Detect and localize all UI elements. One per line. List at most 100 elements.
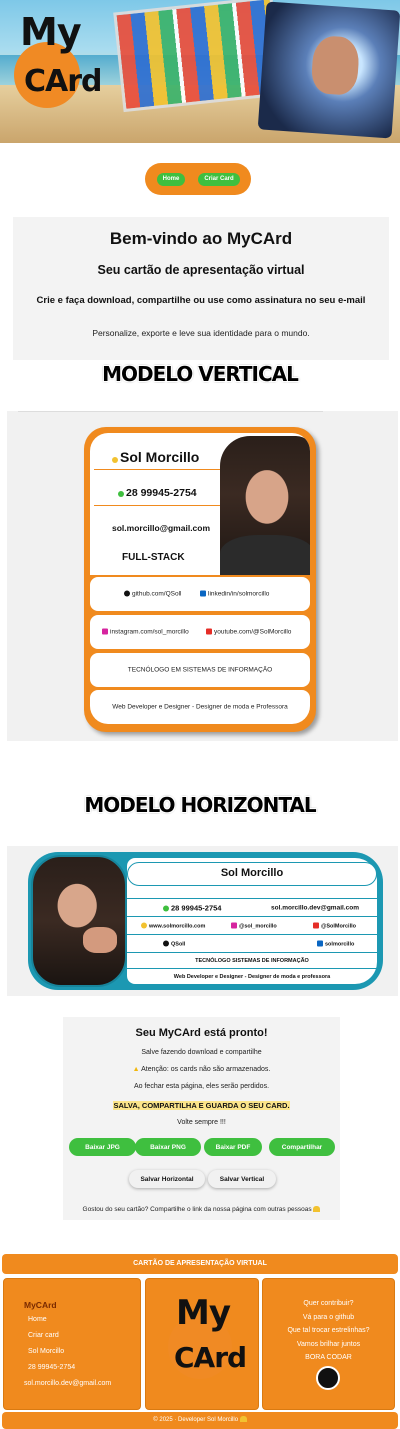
vertical-youtube-link[interactable]: youtube.com/@SolMorcillo: [206, 628, 292, 636]
horizontal-youtube-text: @SolMorcillo: [321, 923, 357, 929]
github-icon: [163, 940, 169, 946]
welcome-section: Bem-vindo ao MyCArd Seu cartão de aprese…: [13, 217, 389, 360]
logo-text-bottom: CArd: [24, 64, 103, 99]
ready-title: Seu MyCArd está pronto!: [135, 1027, 268, 1039]
footer-right-panel: Quer contribuir? Vá para o github Que ta…: [262, 1278, 395, 1410]
vertical-instagram-text: instagram.com/sol_morcillo: [110, 628, 189, 636]
footer-github-link[interactable]: Vá para o github: [263, 1314, 394, 1321]
divider: [94, 505, 224, 506]
banner-app-collage: [113, 0, 283, 113]
horizontal-linkedin-link[interactable]: solmorcillo: [317, 940, 354, 947]
footer-email: sol.morcillo.dev@gmail.com: [24, 1380, 112, 1387]
footer-name: Sol Morcillo: [28, 1348, 65, 1355]
ready-footer-note-text: Gostou do seu cartão? Compartilhe o link…: [82, 1206, 312, 1213]
footer-logo-panel: My CArd: [145, 1278, 259, 1410]
divider: [94, 469, 224, 470]
horizontal-degree-row: TECNÓLOGO SISTEMAS DE INFORMAÇÃO: [127, 952, 377, 968]
ready-line-1: Salve fazendo download e compartilhe: [141, 1049, 262, 1056]
vertical-github-text: github.com/QSoll: [132, 590, 182, 598]
horizontal-instagram-text: @sol_morcillo: [239, 923, 277, 929]
heart-icon: [239, 1416, 247, 1422]
vertical-instagram-link[interactable]: instagram.com/sol_morcillo: [102, 628, 189, 636]
ready-line-5: Volte sempre !!!: [177, 1119, 226, 1126]
instagram-icon: [102, 628, 108, 635]
ready-warning-text: Atenção: os cards não são armazenados.: [141, 1066, 271, 1073]
share-button[interactable]: Compartilhar: [269, 1138, 335, 1156]
warning-icon: ▲: [132, 1066, 140, 1073]
footer-left-panel: MyCArd Home Criar card Sol Morcillo 28 9…: [3, 1278, 141, 1410]
download-png-button[interactable]: Baixar PNG: [135, 1138, 201, 1156]
horizontal-bio-text: Web Developer e Designer - Designer de m…: [173, 973, 331, 980]
save-vertical-button[interactable]: Salvar Vertical: [208, 1170, 276, 1188]
welcome-subtitle: Seu cartão de apresentação virtual: [97, 263, 305, 277]
horizontal-github-link[interactable]: QSoll: [163, 940, 185, 947]
horizontal-section-title: MODELO HORIZONTAL: [84, 793, 316, 817]
vertical-profile-photo: [220, 436, 310, 575]
vertical-name-text: Sol Morcillo: [120, 449, 200, 465]
banner-face-image: [310, 34, 361, 96]
photo-hand: [83, 927, 117, 953]
footer-home-link[interactable]: Home: [28, 1316, 47, 1323]
horizontal-card-name: Sol Morcillo: [127, 862, 377, 886]
welcome-title: Bem-vindo ao MyCArd: [109, 229, 293, 248]
welcome-note: Personalize, exporte e leve sua identida…: [92, 328, 310, 338]
vertical-section-title: MODELO VERTICAL: [102, 362, 299, 386]
vertical-linkedin-text: linkedin/in/solmorcillo: [208, 590, 270, 598]
vertical-youtube-text: youtube.com/@SolMorcillo: [214, 628, 292, 636]
welcome-tagline: Crie e faça download, compartilhe ou use…: [36, 295, 366, 306]
github-icon: [124, 590, 130, 597]
nav-bar: Home Criar Card: [145, 163, 251, 195]
ready-line-3: Ao fechar esta página, eles serão perdid…: [133, 1083, 270, 1090]
horizontal-youtube-link[interactable]: @SolMorcillo: [313, 922, 356, 929]
nav-home-button[interactable]: Home: [157, 173, 185, 186]
footer-copyright: © 2025 · Developer Sol Morcillo: [2, 1412, 398, 1429]
vertical-card-phone: 28 99945-2754: [118, 487, 197, 499]
whatsapp-icon: [163, 905, 169, 911]
vertical-links-row-2: instagram.com/sol_morcillo youtube.com/@…: [90, 615, 310, 649]
horizontal-github-text: QSoll: [171, 941, 186, 947]
horizontal-links-row-2: QSoll solmorcillo: [127, 934, 377, 952]
horizontal-email: sol.morcillo.dev@gmail.com: [271, 904, 359, 911]
footer-create-link[interactable]: Criar card: [28, 1332, 59, 1339]
github-icon[interactable]: [316, 1366, 340, 1390]
ready-emphasis-text: SALVA, COMPARTILHA E GUARDA O SEU CARD.: [113, 1101, 290, 1110]
horizontal-site-text: www.solmorcillo.com: [149, 923, 206, 929]
horizontal-site-link[interactable]: www.solmorcillo.com: [141, 922, 205, 929]
logo-text-top: My: [20, 10, 82, 54]
ready-footer-note: Gostou do seu cartão? Compartilhe o link…: [63, 1206, 340, 1213]
vertical-linkedin-link[interactable]: linkedin/in/solmorcillo: [200, 590, 270, 598]
horizontal-instagram-link[interactable]: @sol_morcillo: [231, 922, 277, 929]
globe-icon: [141, 922, 147, 928]
vertical-card-name: Sol Morcillo: [112, 449, 199, 465]
vertical-degree-text: TECNÓLOGO EM SISTEMAS DE INFORMAÇÃO: [127, 666, 273, 674]
horizontal-degree-text: TECNÓLOGO SISTEMAS DE INFORMAÇÃO: [195, 957, 309, 964]
banner-digital-cloud-image: [257, 1, 400, 139]
vertical-card-email: sol.morcillo@gmail.com: [112, 523, 211, 533]
vertical-degree-row: TECNÓLOGO EM SISTEMAS DE INFORMAÇÃO: [90, 653, 310, 687]
nav-create-card-button[interactable]: Criar Card: [198, 173, 240, 186]
heart-icon: [313, 1206, 321, 1212]
vertical-bio-text: Web Developer e Designer - Designer de m…: [112, 703, 288, 711]
horizontal-links-row-1: www.solmorcillo.com @sol_morcillo @SolMo…: [127, 916, 377, 934]
user-icon: [112, 457, 118, 463]
linkedin-icon: [317, 940, 323, 946]
vertical-card: Sol Morcillo 28 99945-2754 sol.morcillo@…: [84, 427, 316, 732]
page: My CArd Home Criar Card Bem-vindo ao MyC…: [0, 0, 400, 1429]
footer-bora-codar: BORA CODAR: [305, 1354, 352, 1361]
youtube-icon: [313, 922, 319, 928]
download-pdf-button[interactable]: Baixar PDF: [204, 1138, 262, 1156]
vertical-github-link[interactable]: github.com/QSoll: [124, 590, 182, 598]
footer-stars: Que tal trocar estrelinhas?: [287, 1327, 370, 1334]
footer-logo-text-top: My: [176, 1293, 231, 1333]
save-horizontal-button[interactable]: Salvar Horizontal: [129, 1170, 205, 1188]
download-jpg-button[interactable]: Baixar JPG: [69, 1138, 136, 1156]
hero-banner: My CArd: [0, 0, 400, 143]
horizontal-card-body: Sol Morcillo 28 99945-2754 sol.morcillo.…: [127, 858, 377, 984]
footer-brand-title: MyCArd: [24, 1300, 57, 1310]
vertical-links-row-1: github.com/QSoll linkedin/in/solmorcillo: [90, 577, 310, 611]
ready-section: Seu MyCArd está pronto! Salve fazendo do…: [63, 1017, 340, 1220]
photo-shirt: [220, 535, 310, 575]
footer-logo-text-bottom: CArd: [174, 1341, 247, 1374]
footer-contribute: Quer contribuir?: [303, 1300, 354, 1307]
instagram-icon: [231, 922, 237, 928]
